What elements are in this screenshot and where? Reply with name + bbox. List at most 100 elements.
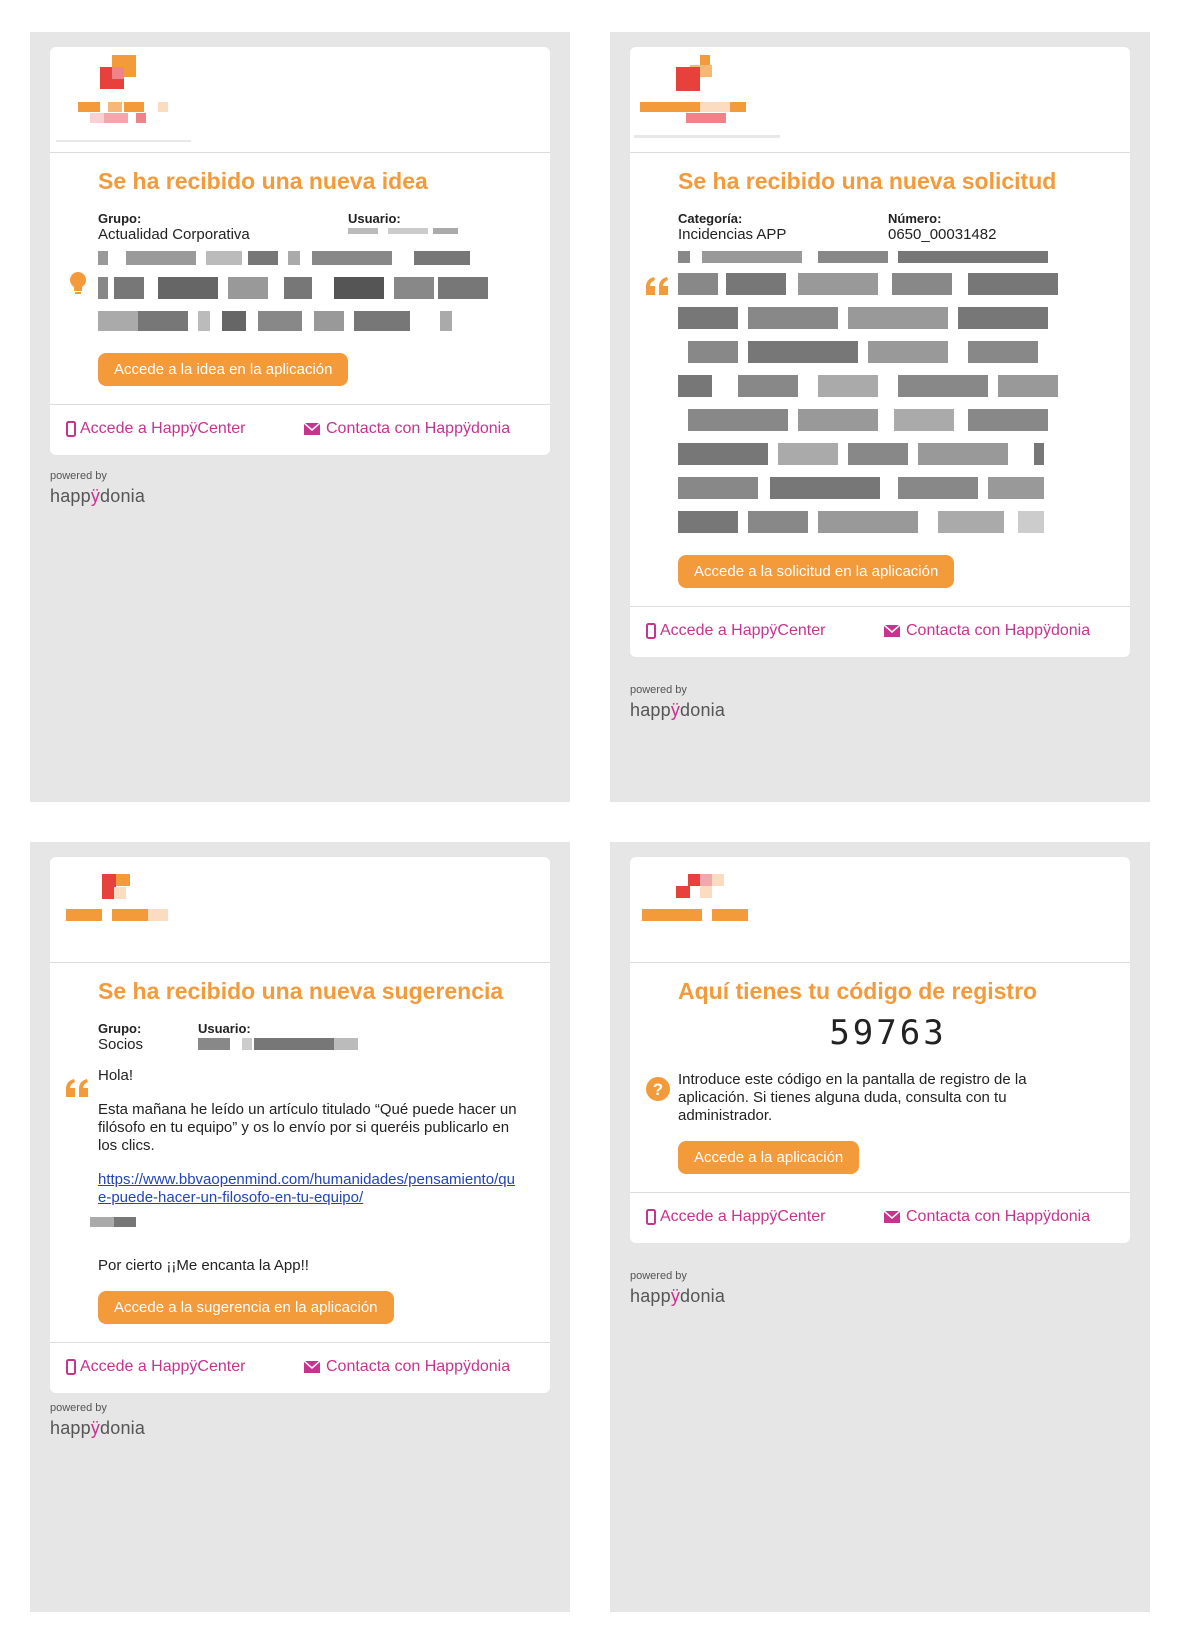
email-registration-panel: Aquí tienes tu código de registro 59763 … bbox=[610, 842, 1150, 1612]
open-suggestion-button[interactable]: Accede a la sugerencia en la aplicación bbox=[98, 1291, 394, 1324]
group-label: Grupo: bbox=[98, 1021, 142, 1036]
powered-by-label: powered by bbox=[50, 470, 107, 482]
contact-link[interactable]: Contacta con Happÿdonia bbox=[884, 622, 1090, 640]
happydonia-logo: happÿdonia bbox=[630, 700, 726, 720]
group-value: Actualidad Corporativa bbox=[98, 226, 250, 243]
email-meta: Grupo: Actualidad Corporativa Usuario: bbox=[98, 211, 518, 243]
powered-by-label: powered by bbox=[630, 1270, 687, 1282]
quote-icon bbox=[646, 277, 668, 295]
contact-link-label: Contacta con Happÿdonia bbox=[906, 622, 1091, 639]
happycenter-link[interactable]: Accede a HappÿCenter bbox=[66, 1358, 245, 1376]
email-footer: Accede a HappÿCenter Contacta con Happÿd… bbox=[630, 1192, 1130, 1243]
email-body: Se ha recibido una nueva idea Grupo: Act… bbox=[50, 153, 550, 404]
email-title: Se ha recibido una nueva idea bbox=[98, 168, 428, 194]
contact-link-label: Contacta con Happÿdonia bbox=[326, 420, 511, 437]
email-header bbox=[50, 857, 550, 963]
powered-by-label: powered by bbox=[50, 1402, 107, 1414]
envelope-icon bbox=[304, 423, 320, 435]
message-paragraph: Esta mañana he leído un artículo titulad… bbox=[98, 1101, 517, 1154]
email-suggestion-panel: Se ha recibido una nueva sugerencia Grup… bbox=[30, 842, 570, 1612]
contact-link[interactable]: Contacta con Happÿdonia bbox=[884, 1208, 1090, 1226]
category-field: Categoría: Incidencias APP bbox=[678, 211, 888, 243]
message-redacted bbox=[678, 251, 1098, 533]
company-logo bbox=[630, 857, 830, 962]
company-logo bbox=[50, 857, 250, 962]
message-greeting: Hola! bbox=[98, 1067, 134, 1084]
open-idea-button[interactable]: Accede a la idea en la aplicación bbox=[98, 353, 349, 386]
contact-link-label: Contacta con Happÿdonia bbox=[906, 1208, 1091, 1225]
email-card: Se ha recibido una nueva idea Grupo: Act… bbox=[50, 47, 550, 455]
email-title: Aquí tienes tu código de registro bbox=[678, 978, 1038, 1004]
header-divider bbox=[634, 135, 780, 138]
contact-link-label: Contacta con Happÿdonia bbox=[326, 1358, 511, 1375]
user-value-redacted bbox=[348, 228, 458, 234]
open-request-button[interactable]: Accede a la solicitud en la aplicación bbox=[678, 555, 955, 588]
registration-instructions: Introduce este código en la pantalla de … bbox=[678, 1071, 1027, 1124]
quote-icon bbox=[66, 1079, 88, 1097]
group-value: Socios bbox=[98, 1036, 144, 1053]
message-closing: Por cierto ¡¡Me encanta la App!! bbox=[98, 1257, 309, 1274]
email-idea-panel: Se ha recibido una nueva idea Grupo: Act… bbox=[30, 32, 570, 802]
envelope-icon bbox=[884, 1211, 900, 1223]
phone-icon bbox=[646, 623, 656, 639]
contact-link[interactable]: Contacta con Happÿdonia bbox=[304, 1358, 510, 1376]
number-label: Número: bbox=[888, 211, 942, 226]
happydonia-logo: happÿdonia bbox=[50, 1418, 146, 1438]
open-app-button[interactable]: Accede a la aplicación bbox=[678, 1141, 860, 1174]
email-body: Se ha recibido una nueva sugerencia Grup… bbox=[50, 963, 550, 1342]
email-footer: Accede a HappÿCenter Contacta con Happÿd… bbox=[50, 404, 550, 455]
happydonia-logo: happÿdonia bbox=[50, 486, 146, 506]
user-field: Usuario: bbox=[348, 211, 458, 243]
happycenter-link-label: Accede a HappÿCenter bbox=[660, 622, 826, 639]
company-logo bbox=[50, 47, 250, 152]
email-meta: Grupo: Socios Usuario: bbox=[98, 1021, 518, 1053]
email-footer: Accede a HappÿCenter Contacta con Happÿd… bbox=[630, 606, 1130, 657]
email-title: Se ha recibido una nueva sugerencia bbox=[98, 978, 504, 1004]
email-card: Se ha recibido una nueva sugerencia Grup… bbox=[50, 857, 550, 1393]
email-body: Se ha recibido una nueva solicitud Categ… bbox=[630, 153, 1130, 606]
group-label: Grupo: bbox=[98, 211, 142, 226]
phone-icon bbox=[66, 421, 76, 437]
user-label: Usuario: bbox=[348, 211, 401, 226]
email-title: Se ha recibido una nueva solicitud bbox=[678, 168, 1057, 194]
happycenter-link-label: Accede a HappÿCenter bbox=[80, 1358, 246, 1375]
article-link[interactable]: https://www.bbvaopenmind.com/humanidades… bbox=[98, 1171, 515, 1206]
user-field: Usuario: bbox=[198, 1021, 358, 1053]
email-card: Se ha recibido una nueva solicitud Categ… bbox=[630, 47, 1130, 657]
message-redacted bbox=[98, 251, 518, 331]
group-field: Grupo: Socios bbox=[98, 1021, 198, 1053]
happydonia-logo: happÿdonia bbox=[630, 1286, 726, 1306]
email-card: Aquí tienes tu código de registro 59763 … bbox=[630, 857, 1130, 1243]
category-value: Incidencias APP bbox=[678, 226, 787, 243]
happycenter-link[interactable]: Accede a HappÿCenter bbox=[646, 622, 825, 640]
happycenter-link[interactable]: Accede a HappÿCenter bbox=[66, 420, 245, 438]
powered-by-label: powered by bbox=[630, 684, 687, 696]
email-header bbox=[50, 47, 550, 153]
email-body: Aquí tienes tu código de registro 59763 … bbox=[630, 963, 1130, 1192]
registration-code: 59763 bbox=[829, 1013, 947, 1053]
happycenter-link-label: Accede a HappÿCenter bbox=[660, 1208, 826, 1225]
lightbulb-icon bbox=[70, 272, 86, 294]
phone-icon bbox=[66, 1359, 76, 1375]
number-field: Número: 0650_00031482 bbox=[888, 211, 996, 243]
happycenter-link[interactable]: Accede a HappÿCenter bbox=[646, 1208, 825, 1226]
header-divider bbox=[56, 140, 191, 142]
email-meta: Categoría: Incidencias APP Número: 0650_… bbox=[678, 211, 1098, 243]
email-footer: Accede a HappÿCenter Contacta con Happÿd… bbox=[50, 1342, 550, 1393]
user-label: Usuario: bbox=[198, 1021, 251, 1036]
happycenter-link-label: Accede a HappÿCenter bbox=[80, 420, 246, 437]
email-request-panel: Se ha recibido una nueva solicitud Categ… bbox=[610, 32, 1150, 802]
phone-icon bbox=[646, 1209, 656, 1225]
svg-text:?: ? bbox=[653, 1080, 663, 1099]
envelope-icon bbox=[304, 1361, 320, 1373]
category-label: Categoría: bbox=[678, 211, 743, 226]
user-value-redacted bbox=[198, 1038, 358, 1050]
envelope-icon bbox=[884, 625, 900, 637]
email-header bbox=[630, 857, 1130, 963]
group-field: Grupo: Actualidad Corporativa bbox=[98, 211, 348, 243]
contact-link[interactable]: Contacta con Happÿdonia bbox=[304, 420, 510, 438]
email-header bbox=[630, 47, 1130, 153]
question-circle-icon: ? bbox=[646, 1077, 670, 1101]
signature-redacted bbox=[90, 1217, 136, 1227]
number-value: 0650_00031482 bbox=[888, 226, 997, 243]
